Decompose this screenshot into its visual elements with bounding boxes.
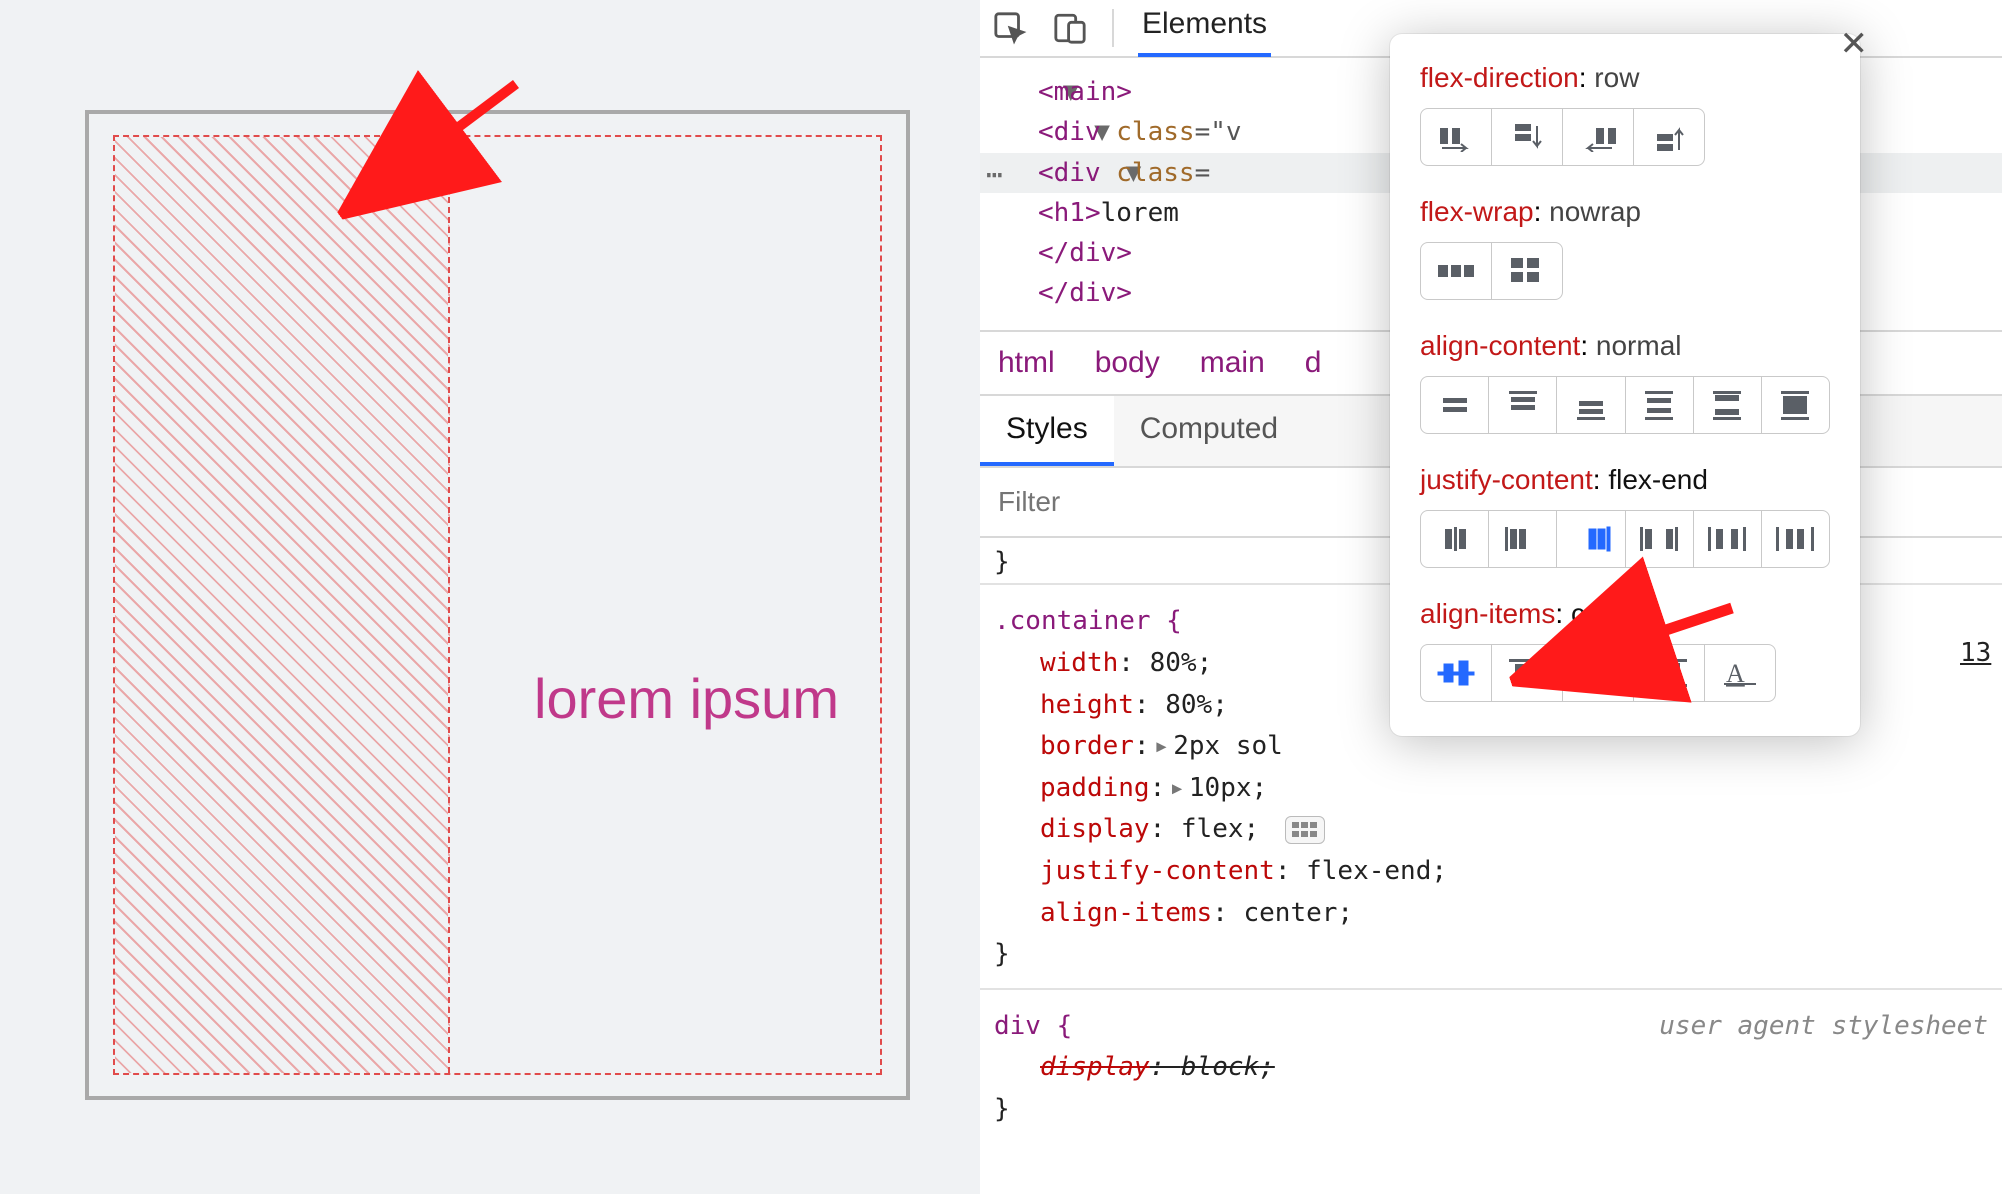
flex-free-space-highlight (115, 137, 450, 1073)
tab-styles[interactable]: Styles (980, 396, 1114, 466)
align-items-end-button[interactable] (1562, 644, 1634, 702)
group-flex-wrap: flex-wrap: nowrap (1420, 196, 1830, 300)
align-items-baseline-button[interactable]: A (1704, 644, 1776, 702)
align-content-stretch-button[interactable] (1761, 376, 1830, 434)
close-icon[interactable]: ✕ (1840, 24, 1869, 64)
align-items-center-button[interactable] (1420, 644, 1492, 702)
label-flex-direction: flex-direction: row (1420, 62, 1830, 94)
align-content-start-button[interactable] (1488, 376, 1557, 434)
justify-content-end-button[interactable] (1556, 510, 1625, 568)
device-toggle-icon[interactable] (1052, 10, 1088, 46)
flex-editor-icon[interactable] (1285, 816, 1325, 844)
justify-content-start-button[interactable] (1488, 510, 1557, 568)
crumb-div[interactable]: d (1305, 346, 1322, 380)
rule-close-brace: } (994, 934, 1988, 976)
selector-container[interactable]: .container { (994, 606, 1182, 636)
rule-div-ua[interactable]: user agent stylesheet div { display: blo… (980, 988, 2002, 1143)
source-line-link[interactable]: 13 (1960, 638, 1991, 668)
group-justify-content: justify-content: flex-end (1420, 464, 1830, 568)
flex-wrap-wrap-button[interactable] (1491, 242, 1563, 300)
align-items-stretch-button[interactable] (1633, 644, 1705, 702)
rendered-preview: lorem ipsum (0, 0, 980, 1194)
crumb-main[interactable]: main (1200, 346, 1265, 380)
selector-div[interactable]: div { (994, 1011, 1072, 1041)
group-align-items: align-items: center A (1420, 598, 1830, 702)
justify-content-space-around-button[interactable] (1693, 510, 1762, 568)
flex-direction-column-button[interactable] (1491, 108, 1563, 166)
align-content-end-button[interactable] (1556, 376, 1625, 434)
label-justify-content: justify-content: flex-end (1420, 464, 1830, 496)
justify-content-space-evenly-button[interactable] (1761, 510, 1830, 568)
tab-computed[interactable]: Computed (1114, 396, 1304, 466)
inspect-icon[interactable] (992, 10, 1028, 46)
crumb-body[interactable]: body (1095, 346, 1160, 380)
decl-justify-content[interactable]: justify-content: flex-end; (1040, 851, 1988, 893)
flexbox-editor-popover: ✕ flex-direction: row flex-wrap: nowrap … (1390, 34, 1860, 736)
toolbar-divider (1112, 9, 1114, 47)
ua-stylesheet-label: user agent stylesheet (1659, 1006, 1988, 1048)
align-content-space-around-button[interactable] (1625, 376, 1694, 434)
flex-direction-row-button[interactable] (1420, 108, 1492, 166)
label-flex-wrap: flex-wrap: nowrap (1420, 196, 1830, 228)
preview-heading: lorem ipsum (534, 666, 839, 731)
decl-display-ua[interactable]: display: block; (1040, 1047, 1988, 1089)
decl-padding[interactable]: padding:▸10px; (1040, 768, 1988, 810)
container-outline: lorem ipsum (85, 110, 910, 1100)
justify-content-space-between-button[interactable] (1625, 510, 1694, 568)
flex-direction-column-reverse-button[interactable] (1633, 108, 1705, 166)
group-flex-direction: flex-direction: row (1420, 62, 1830, 166)
flex-direction-row-reverse-button[interactable] (1562, 108, 1634, 166)
align-content-center-button[interactable] (1420, 376, 1489, 434)
decl-display[interactable]: display: flex; (1040, 809, 1988, 851)
tab-elements[interactable]: Elements (1138, 0, 1271, 57)
decl-align-items[interactable]: align-items: center; (1040, 893, 1988, 935)
label-align-items: align-items: center (1420, 598, 1830, 630)
crumb-html[interactable]: html (998, 346, 1055, 380)
label-align-content: align-content: normal (1420, 330, 1830, 362)
group-align-content: align-content: normal (1420, 330, 1830, 434)
justify-content-center-button[interactable] (1420, 510, 1489, 568)
align-content-space-between-button[interactable] (1693, 376, 1762, 434)
align-items-start-button[interactable] (1491, 644, 1563, 702)
rule-close-brace-2: } (994, 1089, 1988, 1131)
flex-wrap-nowrap-button[interactable] (1420, 242, 1492, 300)
